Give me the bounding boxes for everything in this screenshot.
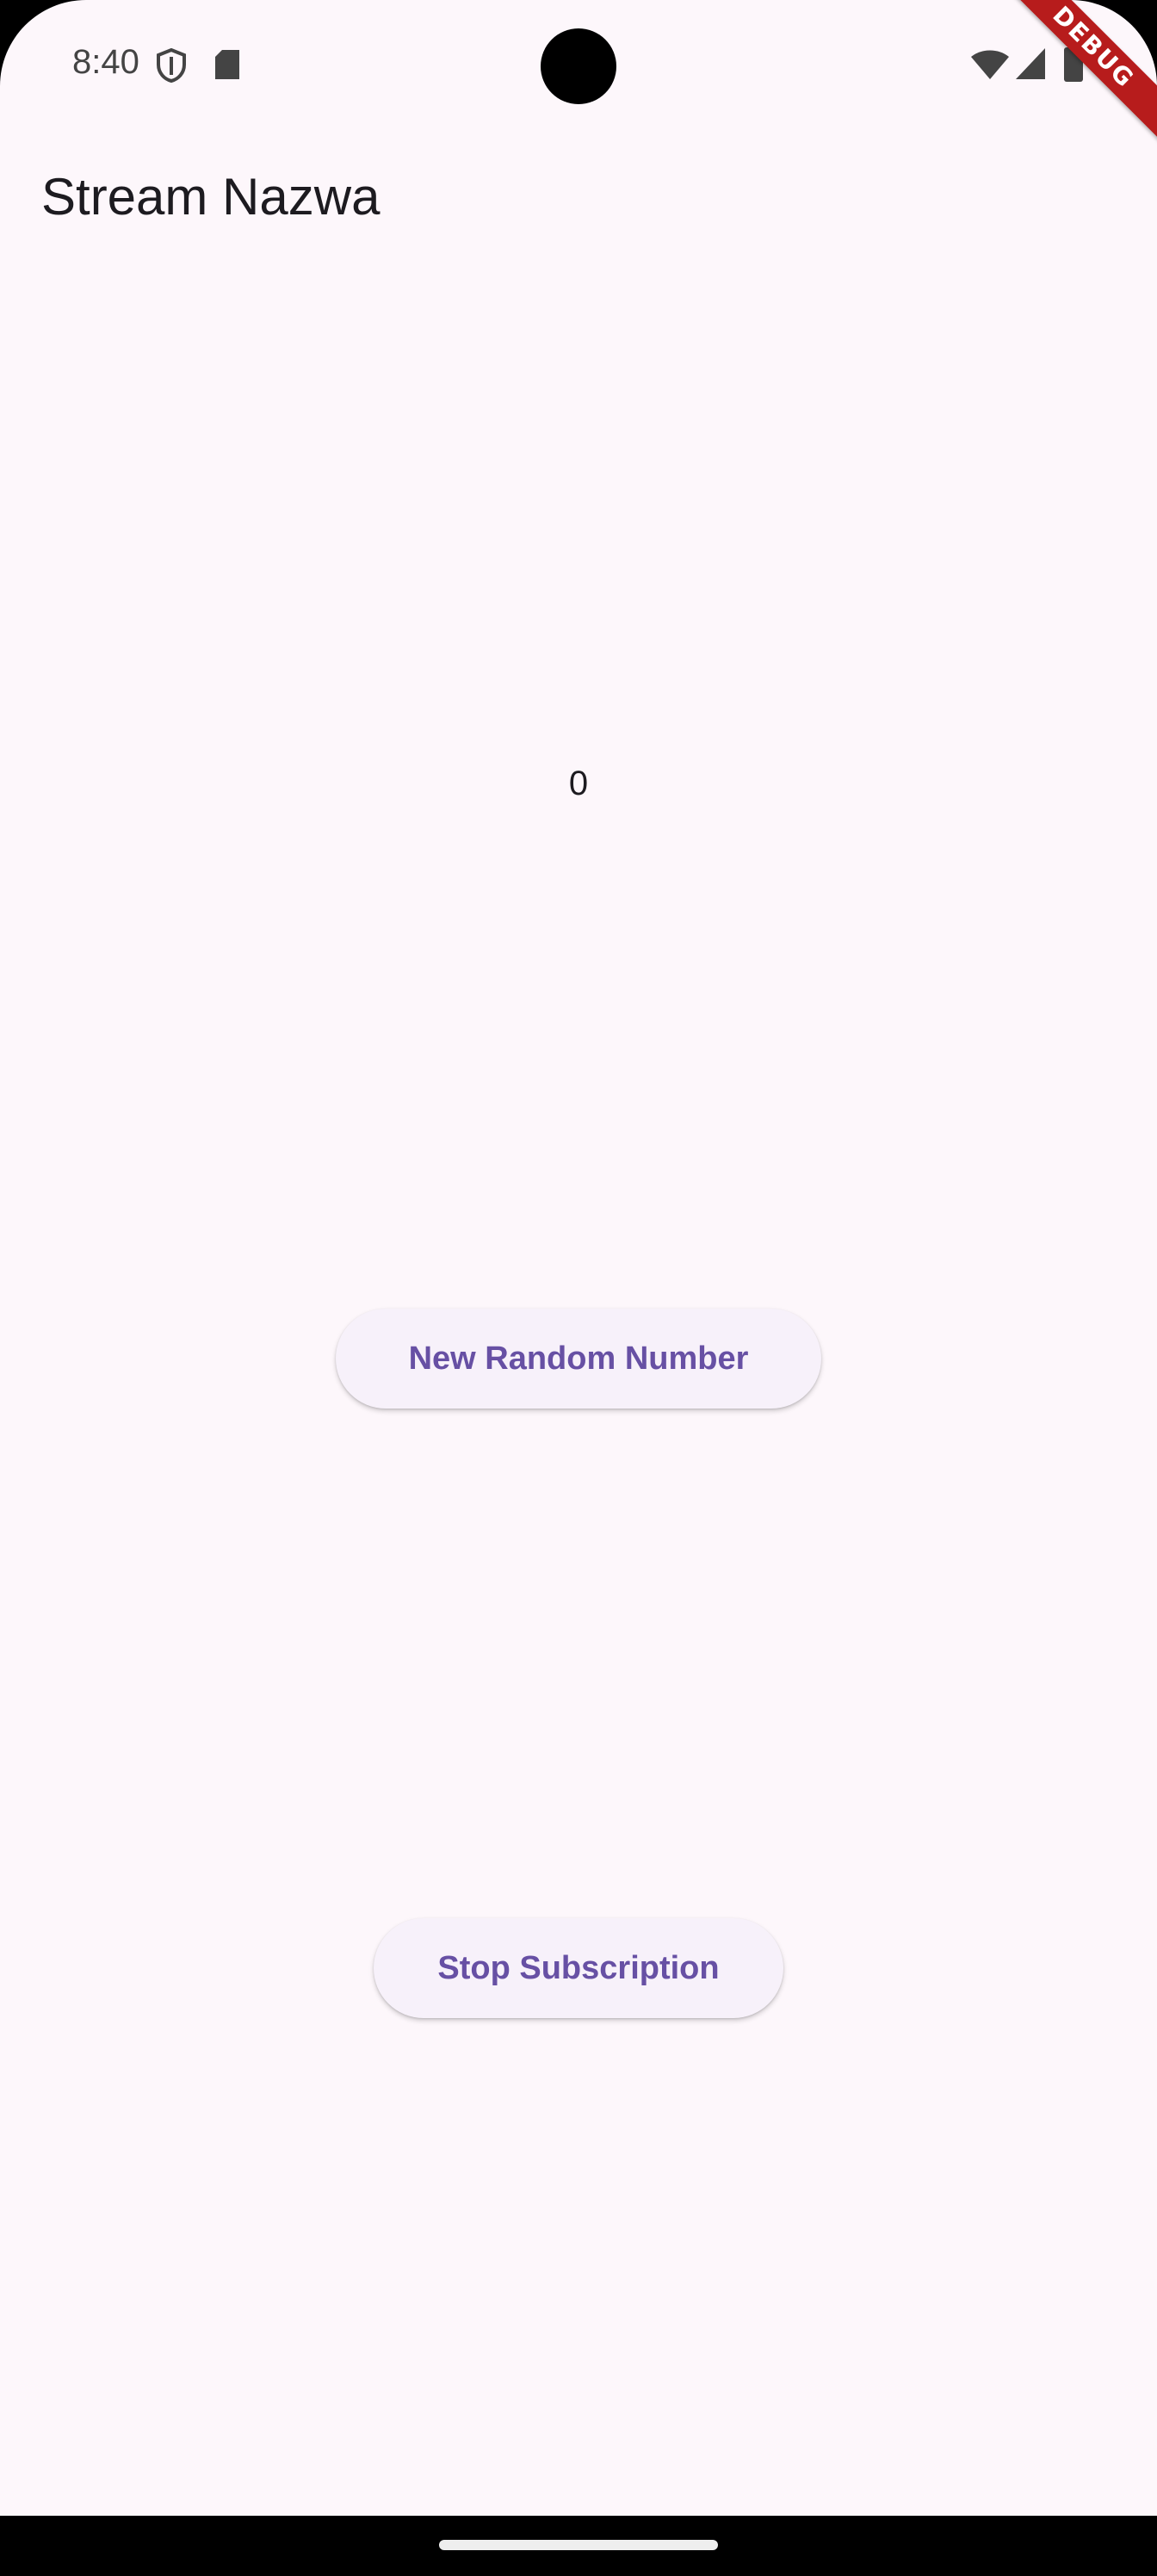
front-camera (541, 28, 616, 104)
random-number-display: 0 (568, 765, 589, 802)
stop-subscription-button[interactable]: Stop Subscription (374, 1918, 783, 2018)
gesture-navigation-handle[interactable] (439, 2540, 718, 2550)
cellular-signal-icon (1014, 46, 1047, 85)
status-bar: 8:40 DEBUG (0, 0, 1157, 158)
page-title: Stream Nazwa (41, 168, 381, 226)
shield-icon (155, 47, 188, 87)
status-time: 8:40 (72, 43, 139, 81)
app-screen: 8:40 DEBUG Stream Nazwa 0 New Random Num… (0, 0, 1157, 2516)
new-random-number-button[interactable]: New Random Number (336, 1309, 821, 1409)
wifi-icon (969, 48, 1011, 85)
sd-card-icon (213, 48, 241, 85)
